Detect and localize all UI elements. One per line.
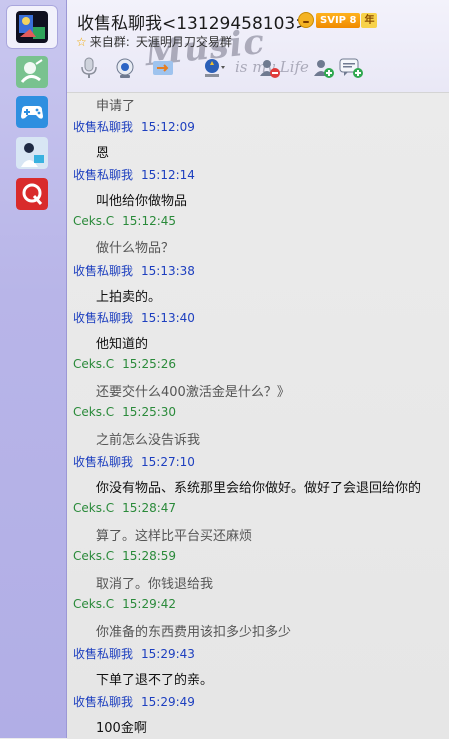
message-text: 你没有物品、系统那里会给你做好。做好了会退回给你的	[96, 481, 422, 496]
message-text: 算了。这样比平台买还麻烦	[96, 529, 253, 544]
chat-add-button[interactable]	[337, 54, 365, 82]
message-header: 收售私聊我 15:12:14	[73, 166, 195, 183]
message-text: 你准备的东西费用该扣多少扣多少	[96, 625, 292, 640]
sidebar-item-qzone[interactable]	[6, 50, 58, 94]
message-header: Ceks.C 15:12:45	[73, 214, 176, 228]
avatar	[16, 11, 48, 43]
message-sender[interactable]: 收售私聊我	[73, 455, 133, 469]
message-time: 15:25:26	[122, 357, 177, 371]
message-text: 还要交什么400激活金是什么？》	[96, 385, 290, 400]
message-header: 收售私聊我 15:12:09	[73, 118, 195, 135]
add-friend-button[interactable]	[309, 54, 337, 82]
remote-assist-button[interactable]	[199, 54, 227, 82]
message-text: 申请了	[96, 99, 136, 114]
message-text: 下单了退不了的亲。	[96, 673, 214, 688]
message-time: 15:13:40	[141, 311, 195, 325]
origin-info: ☆ 来自群: 天涯明月刀交易群	[76, 33, 232, 50]
message-time: 15:29:49	[141, 695, 195, 709]
page-title[interactable]: 收售私聊我<13129458103>	[77, 9, 309, 34]
vip-indicator[interactable]: SVIP 8 年	[298, 12, 378, 28]
message-sender[interactable]: Ceks.C	[73, 501, 114, 515]
gamepad-icon	[16, 96, 48, 128]
star-icon: ☆	[76, 34, 87, 49]
message-time: 15:13:38	[141, 264, 195, 278]
block-user-icon	[260, 60, 280, 78]
message-sender[interactable]: Ceks.C	[73, 405, 114, 419]
message-time: 15:27:10	[141, 455, 195, 469]
message-header: 收售私聊我 15:29:43	[73, 645, 195, 662]
sidebar	[0, 0, 67, 738]
chat-header: Music is my Life 收售私聊我<13129458103> SVIP…	[67, 0, 449, 92]
video-call-button[interactable]	[111, 54, 139, 82]
message-text: 上拍卖的。	[96, 290, 162, 305]
remote-assist-icon	[205, 59, 225, 77]
message-header: Ceks.C 15:28:59	[73, 549, 176, 563]
message-text: 他知道的	[96, 337, 149, 352]
message-time: 15:29:43	[141, 647, 195, 661]
message-text: 做什么物品？	[96, 241, 175, 256]
chat-bubble-add-icon	[339, 58, 363, 78]
vip-year-badge: 年	[361, 12, 378, 28]
svip-badge: SVIP 8	[316, 12, 361, 28]
contact-avatar-icon	[16, 137, 48, 169]
message-header: 收售私聊我 15:13:38	[73, 262, 195, 279]
message-header: Ceks.C 15:25:30	[73, 405, 176, 419]
message-header: Ceks.C 15:28:47	[73, 501, 176, 515]
app-q-icon	[16, 178, 48, 210]
message-sender[interactable]: Ceks.C	[73, 549, 114, 563]
message-time: 15:12:14	[141, 168, 195, 182]
message-header: Ceks.C 15:25:26	[73, 357, 176, 371]
message-time: 15:12:09	[141, 120, 195, 134]
message-sender[interactable]: Ceks.C	[73, 214, 114, 228]
message-sender[interactable]: 收售私聊我	[73, 168, 133, 182]
add-friend-icon	[314, 60, 334, 78]
message-header: 收售私聊我 15:13:40	[73, 309, 195, 326]
chat-toolbar	[75, 54, 445, 84]
emoji-face-icon	[298, 12, 314, 28]
message-text: 100金啊	[96, 721, 147, 736]
message-time: 15:28:47	[122, 501, 177, 515]
block-user-button[interactable]	[255, 54, 283, 82]
file-transfer-icon	[153, 61, 173, 75]
chat-message-area[interactable]: 申请了 收售私聊我 15:12:09 恩 收售私聊我 15:12:14 叫他给你做物…	[67, 92, 449, 739]
message-sender[interactable]: 收售私聊我	[73, 264, 133, 278]
sidebar-item-current-chat[interactable]	[6, 5, 58, 49]
message-text: 叫他给你做物品	[96, 194, 188, 209]
message-time: 15:25:30	[122, 405, 177, 419]
sidebar-item-contact[interactable]	[6, 131, 58, 175]
message-sender[interactable]: 收售私聊我	[73, 695, 133, 709]
message-header: 收售私聊我 15:29:49	[73, 693, 195, 710]
message-header: 收售私聊我 15:27:10	[73, 453, 195, 470]
sidebar-item-games[interactable]	[6, 90, 58, 134]
microphone-button[interactable]	[75, 54, 103, 82]
message-text: 之前怎么没告诉我	[96, 433, 201, 448]
message-sender[interactable]: 收售私聊我	[73, 311, 133, 325]
message-sender[interactable]: Ceks.C	[73, 597, 114, 611]
message-text: 恩	[96, 146, 110, 161]
message-sender[interactable]: 收售私聊我	[73, 120, 133, 134]
message-header: Ceks.C 15:29:42	[73, 597, 176, 611]
message-sender[interactable]: 收售私聊我	[73, 647, 133, 661]
sidebar-item-app[interactable]	[6, 172, 58, 216]
origin-group-link[interactable]: 天涯明月刀交易群	[136, 33, 232, 50]
message-time: 15:28:59	[122, 549, 177, 563]
qzone-icon	[16, 56, 48, 88]
file-transfer-button[interactable]	[149, 54, 177, 82]
message-time: 15:12:45	[122, 214, 177, 228]
message-time: 15:29:42	[122, 597, 177, 611]
message-sender[interactable]: Ceks.C	[73, 357, 114, 371]
origin-label: 来自群:	[89, 35, 130, 49]
message-text: 取消了。你钱退给我	[96, 577, 214, 592]
video-call-icon	[116, 58, 134, 78]
microphone-icon	[81, 57, 97, 78]
